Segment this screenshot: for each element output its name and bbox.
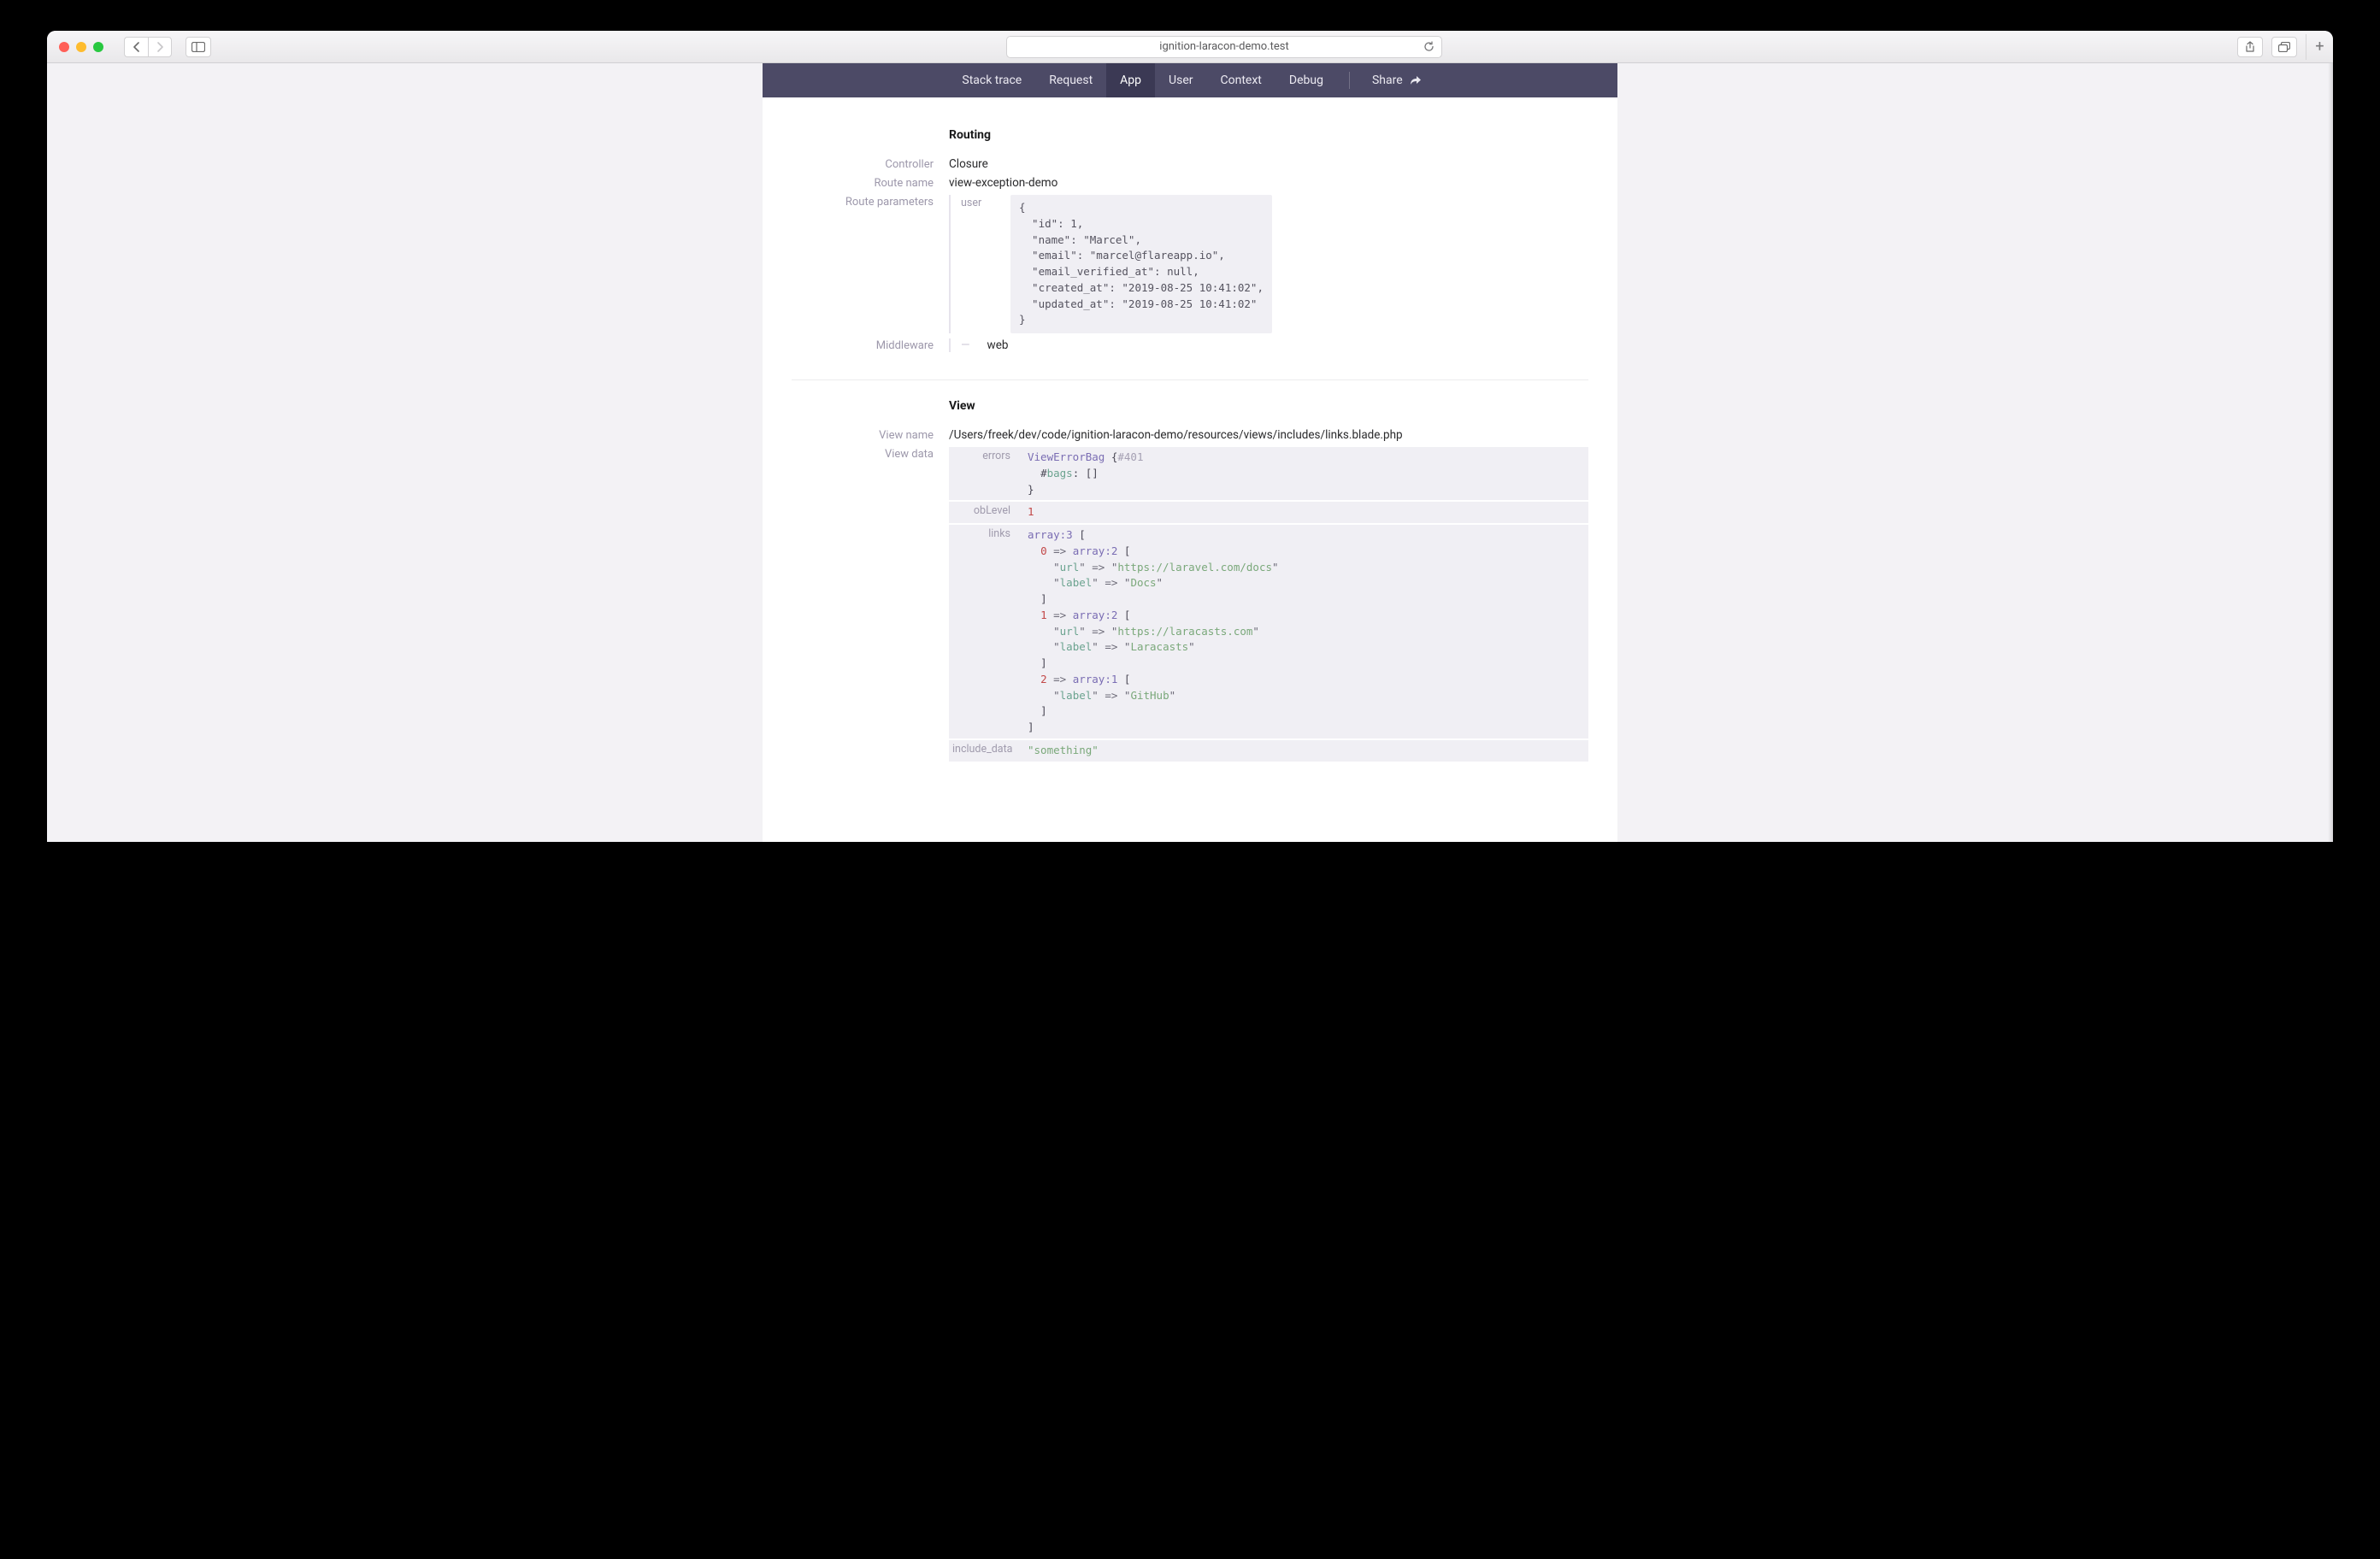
routing-title: Routing xyxy=(949,128,1588,142)
tab-context[interactable]: Context xyxy=(1207,63,1275,97)
route-name-value: view-exception-demo xyxy=(949,176,1588,190)
share-sheet-button[interactable] xyxy=(2237,37,2263,57)
close-window-button[interactable] xyxy=(59,42,69,52)
view-name-row: View name /Users/freek/dev/code/ignition… xyxy=(792,428,1588,442)
routing-route-parameters-row: Route parameters user { "id": 1, "name":… xyxy=(792,195,1588,333)
view-data-links-value: array:3 [ 0 => array:2 [ "url" => "https… xyxy=(1021,525,1588,738)
page: Stack trace Request App User Context Deb… xyxy=(763,63,1617,842)
new-tab-button[interactable]: + xyxy=(2306,34,2333,60)
tab-app[interactable]: App xyxy=(1106,63,1155,97)
tab-separator xyxy=(1349,72,1350,89)
tab-stack-trace[interactable]: Stack trace xyxy=(948,63,1035,97)
sidebar-icon xyxy=(191,42,205,52)
view-name-value: /Users/freek/dev/code/ignition-laracon-d… xyxy=(949,428,1588,442)
route-name-label: Route name xyxy=(792,176,949,190)
content: Routing Controller Closure Route name vi… xyxy=(763,97,1617,842)
forward-button[interactable] xyxy=(148,37,172,57)
traffic-lights xyxy=(59,42,103,52)
middleware-value: web xyxy=(987,338,1009,352)
controller-value: Closure xyxy=(949,157,1588,171)
view-data-table: errors ViewErrorBag {#401 #bags: [] } ob… xyxy=(949,447,1588,762)
tab-user[interactable]: User xyxy=(1155,63,1206,97)
view-data-oblevel-value: 1 xyxy=(1021,502,1588,523)
view-data-include-data: include_data "something" xyxy=(949,740,1588,762)
nav-buttons xyxy=(124,37,172,57)
routing-middleware-row: Middleware — web xyxy=(792,338,1588,352)
routing-section: Routing Controller Closure Route name vi… xyxy=(792,123,1588,379)
address-url: ignition-laracon-demo.test xyxy=(1159,40,1288,53)
view-data-errors: errors ViewErrorBag {#401 #bags: [] } xyxy=(949,447,1588,500)
view-data-errors-value: ViewErrorBag {#401 #bags: [] } xyxy=(1021,447,1588,500)
scroll-shadow xyxy=(2328,63,2333,842)
titlebar-right: + xyxy=(2237,34,2321,60)
tabs-overview-button[interactable] xyxy=(2271,37,2297,57)
address-bar[interactable]: ignition-laracon-demo.test xyxy=(1006,36,1442,58)
view-data-links: links array:3 [ 0 => array:2 [ "url" => … xyxy=(949,525,1588,738)
tab-request[interactable]: Request xyxy=(1035,63,1106,97)
maximize-window-button[interactable] xyxy=(93,42,103,52)
tab-debug[interactable]: Debug xyxy=(1275,63,1337,97)
share-button[interactable]: Share xyxy=(1362,63,1432,97)
view-name-label: View name xyxy=(792,428,949,442)
view-data-row: View data errors ViewErrorBag {#401 #bag… xyxy=(792,447,1588,763)
view-title: View xyxy=(949,399,1588,413)
route-param-value: { "id": 1, "name": "Marcel", "email": "m… xyxy=(1010,195,1272,333)
view-data-label: View data xyxy=(792,447,949,461)
view-data-include-data-value: "something" xyxy=(1021,740,1588,762)
tabs-icon xyxy=(2278,42,2290,52)
chevron-right-icon xyxy=(156,42,164,52)
ignition-tabnav: Stack trace Request App User Context Deb… xyxy=(763,63,1617,97)
routing-controller-row: Controller Closure xyxy=(792,157,1588,171)
sidebar-toggle-button[interactable] xyxy=(186,37,211,57)
share-up-icon xyxy=(2245,41,2255,53)
route-param-key: user xyxy=(961,195,1010,211)
middleware-label: Middleware xyxy=(792,338,949,352)
reload-button[interactable] xyxy=(1423,41,1434,52)
reload-icon xyxy=(1423,41,1434,52)
routing-route-name-row: Route name view-exception-demo xyxy=(792,176,1588,190)
viewport: Stack trace Request App User Context Deb… xyxy=(47,63,2333,842)
middleware-dash-icon: — xyxy=(961,338,972,352)
share-arrow-icon xyxy=(1410,75,1422,85)
browser-window: ignition-laracon-demo.test + Stack trace… xyxy=(47,31,2333,842)
view-section: View View name /Users/freek/dev/code/ign… xyxy=(792,379,1588,791)
controller-label: Controller xyxy=(792,157,949,171)
minimize-window-button[interactable] xyxy=(76,42,86,52)
view-data-oblevel: obLevel 1 xyxy=(949,502,1588,523)
titlebar: ignition-laracon-demo.test + xyxy=(47,31,2333,63)
route-parameters-label: Route parameters xyxy=(792,195,949,209)
chevron-left-icon xyxy=(133,42,141,52)
back-button[interactable] xyxy=(124,37,148,57)
